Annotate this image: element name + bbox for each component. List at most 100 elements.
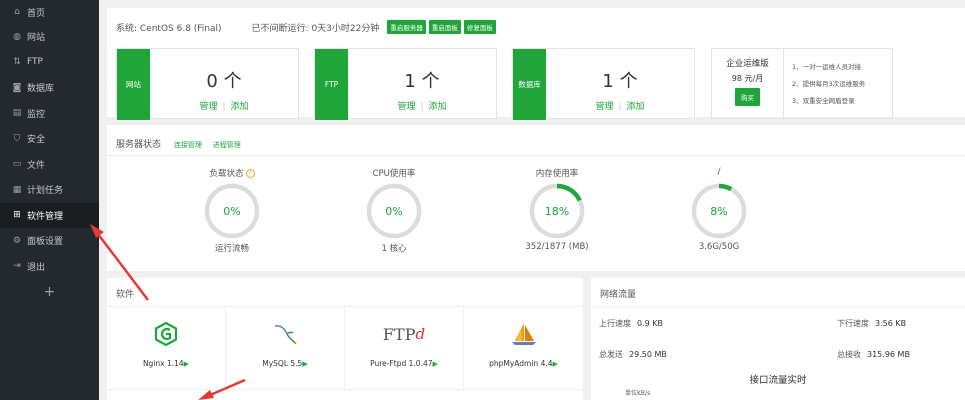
manage-link[interactable]: 管理	[595, 102, 613, 112]
gauge-label: CPU使用率	[372, 169, 416, 179]
uptime-label: 已不间断运行: 0天3小时22分钟	[251, 23, 380, 34]
stat-count: 1 个	[404, 71, 440, 92]
sidebar-item-label: 监控	[27, 109, 46, 120]
gear-icon: ⚙	[12, 235, 22, 246]
sidebar-item[interactable]: ◍ 网站	[0, 24, 99, 50]
ftp-icon: ⇅	[13, 57, 21, 68]
software-name: phpMyAdmin 4.4	[489, 359, 553, 368]
help-icon[interactable]: ?	[245, 169, 255, 178]
folder-icon: ▭	[12, 159, 22, 170]
unit-label: 单位KB/s	[625, 390, 651, 397]
restart-panel-button[interactable]: 重启面板	[428, 20, 461, 34]
sidebar-item[interactable]: ⛉ 安全	[0, 126, 99, 152]
gauge-detail: 352/1877 (MB)	[525, 242, 589, 252]
phpmyadmin-icon	[464, 319, 583, 349]
vip-card: 企业运维版 98 元/月 购买 1、一对一运维人员对接 2、提供每月3次运维服务…	[711, 48, 893, 120]
gauge-value: 0%	[223, 205, 240, 218]
play-icon: ▶	[183, 360, 190, 368]
sidebar-item-label: 计划任务	[27, 186, 64, 197]
gauge-label: /	[717, 167, 721, 177]
sidebar-item-label: 安全	[27, 135, 46, 146]
vip-feature: 3、双重安全网盾登录	[792, 97, 855, 105]
sidebar-item[interactable]: ▤ 监控	[0, 101, 99, 127]
sidebar-item[interactable]: ⊞ 软件管理	[0, 202, 99, 228]
system-label: 系统: CentOS 6.8 (Final)	[116, 23, 222, 34]
stat-database: 数据库 1 个 管理 | 添加	[512, 48, 695, 120]
sidebar-item[interactable]: ◙ 数据库	[0, 75, 99, 101]
home-icon: ⌂	[14, 7, 20, 17]
sidebar-item-label: 软件管理	[27, 211, 64, 222]
add-nav-button[interactable]: +	[0, 279, 99, 304]
sidebar-item-label: 网站	[27, 33, 46, 44]
gauge-label: 负载状态	[209, 169, 244, 179]
repair-panel-button[interactable]: 修复面板	[463, 20, 496, 34]
play-icon: ▶	[552, 360, 558, 368]
add-link[interactable]: 添加	[429, 102, 447, 112]
software-nginx[interactable]: Nginx 1.14▶	[107, 307, 226, 389]
sidebar: ⌂ 首页 ◍ 网站 ⇅ FTP ◙ 数据库 ▤ 监控 ⛉ 安全 ▭ 文件 ▦ 计划任务 ⊞ 软件管理 ⚙ 面板设置 ⇥ 退…	[0, 0, 99, 400]
down-speed: 下行速度 3.56 KB	[837, 319, 907, 328]
shield-icon: ⛉	[13, 133, 21, 144]
stat-ftp: FTP 1 个 管理 | 添加	[314, 48, 497, 120]
total-sent: 总发送 29.50 MB	[599, 350, 667, 359]
buy-button[interactable]: 购买	[735, 88, 760, 106]
gauge[interactable]: 内存使用率 18% 352/1877 (MB)	[502, 167, 612, 252]
stat-websites: 网站 0 个 管理 | 添加	[116, 48, 299, 120]
process-manage-link[interactable]: 进程管理	[213, 141, 241, 149]
manage-link[interactable]: 管理	[199, 102, 217, 112]
add-link[interactable]: 添加	[627, 102, 645, 112]
gauge-value: 18%	[545, 205, 569, 218]
software-panel: 软件 Nginx 1.14▶ MySQL 5.5▶ FTP d Pure-Ftpd…	[107, 278, 583, 400]
software-name: MySQL 5.5	[262, 359, 303, 368]
sidebar-item-label: FTP	[27, 57, 43, 68]
software-mysql[interactable]: MySQL 5.5▶	[226, 307, 345, 389]
stat-count: 1 个	[602, 71, 638, 92]
add-link[interactable]: 添加	[231, 102, 249, 112]
sidebar-item[interactable]: ▦ 计划任务	[0, 177, 99, 203]
gauge-value: 8%	[710, 205, 727, 218]
software-title: 软件	[116, 290, 135, 300]
stat-tag: 网站	[117, 49, 150, 120]
stat-count: 0 个	[206, 71, 242, 92]
sidebar-item-label: 面板设置	[27, 237, 64, 248]
manage-link[interactable]: 管理	[397, 102, 415, 112]
software-pureftpd[interactable]: FTP d Pure-Ftpd 1.0.47▶	[345, 307, 464, 389]
database-icon: ◙	[12, 82, 22, 93]
gauge-label: 内存使用率	[535, 169, 579, 179]
vip-price: 98 元/月	[731, 74, 764, 83]
overview-panel: 系统: CentOS 6.8 (Final) 已不间断运行: 0天3小时22分钟…	[107, 8, 965, 120]
stat-tag: FTP	[315, 49, 348, 120]
gauge-detail: 3.6G/50G	[698, 242, 740, 252]
globe-icon: ◍	[13, 31, 21, 42]
realtime-traffic-title: 接口流量实时	[749, 375, 807, 386]
sidebar-item[interactable]: ⌂ 首页	[0, 0, 99, 24]
server-status-panel: 服务器状态 连接管理 进程管理 负载状态? 0% 运行流畅 CPU使用率 0% 1 核心 内…	[107, 125, 965, 271]
software-name: Pure-Ftpd 1.0.47	[370, 359, 433, 368]
gauge[interactable]: 负载状态? 0% 运行流畅	[177, 167, 287, 254]
gauge-detail: 1 核心	[381, 244, 407, 254]
gauge-value: 0%	[385, 205, 402, 218]
play-icon: ▶	[432, 360, 438, 368]
vip-feature: 2、提供每月3次运维服务	[792, 80, 866, 88]
system-info: 系统: CentOS 6.8 (Final) 已不间断运行: 0天3小时22分钟…	[116, 20, 496, 34]
ftpd-icon: FTP d	[382, 324, 426, 344]
gauge-ring: 0%	[366, 183, 422, 239]
sidebar-item[interactable]: ▭ 文件	[0, 152, 99, 178]
sidebar-item[interactable]: ⇅ FTP	[0, 50, 99, 76]
software-phpmyadmin[interactable]: phpMyAdmin 4.4▶	[464, 307, 583, 389]
monitor-icon: ▤	[12, 108, 22, 119]
up-speed: 上行速度 0.9 KB	[599, 319, 663, 328]
vip-title: 企业运维版	[726, 59, 769, 69]
logout-icon: ⇥	[13, 261, 21, 272]
gauge[interactable]: / 8% 3.6G/50G	[664, 167, 774, 252]
vip-feature: 1、一对一运维人员对接	[792, 63, 862, 71]
stat-tag: 数据库	[513, 49, 546, 120]
calendar-icon: ▦	[12, 184, 22, 195]
restart-server-button[interactable]: 重启服务器	[387, 20, 426, 34]
sidebar-item[interactable]: ⇥ 退出	[0, 254, 99, 280]
sidebar-item-label: 文件	[27, 160, 46, 171]
sidebar-item[interactable]: ⚙ 面板设置	[0, 228, 99, 254]
connection-manage-link[interactable]: 连接管理	[174, 141, 202, 149]
sidebar-item-label: 退出	[27, 262, 46, 273]
gauge[interactable]: CPU使用率 0% 1 核心	[339, 167, 449, 254]
